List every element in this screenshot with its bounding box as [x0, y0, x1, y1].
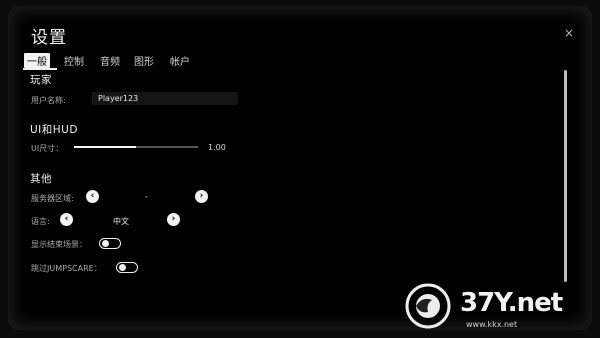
section-ui-hud: UI和HUD	[30, 124, 78, 136]
language-next-button[interactable]: ›	[167, 213, 180, 226]
ui-size-slider-fill	[74, 146, 136, 148]
skip-jumpscare-toggle[interactable]	[116, 262, 138, 273]
chevron-left-icon: ‹	[90, 191, 95, 201]
ui-size-value: 1.00	[208, 143, 226, 152]
tab-graphics[interactable]: 图形	[134, 53, 154, 68]
tab-audio[interactable]: 音频	[100, 53, 120, 68]
chevron-right-icon: ›	[171, 214, 176, 224]
ui-size-label: UI尺寸：	[31, 144, 64, 153]
chevron-right-icon: ›	[199, 191, 204, 201]
site-watermark: 37Y.net www.kkx.net	[396, 278, 592, 334]
server-prev-button[interactable]: ‹	[86, 190, 99, 203]
section-other: 其他	[30, 173, 52, 185]
language-value: 中文	[113, 217, 129, 226]
section-player: 玩家	[30, 74, 52, 86]
ui-size-slider[interactable]	[74, 146, 198, 148]
username-field[interactable]: Player123	[92, 92, 238, 105]
language-label: 语言:	[31, 217, 50, 226]
active-tab-indicator	[23, 68, 57, 70]
watermark-subtext: www.kkx.net	[466, 320, 518, 329]
close-icon[interactable]: ×	[563, 27, 575, 39]
show-end-scene-toggle[interactable]	[99, 238, 121, 249]
scrollbar[interactable]	[564, 70, 567, 282]
server-next-button[interactable]: ›	[195, 190, 208, 203]
watermark-logo-icon	[405, 283, 451, 329]
tab-general[interactable]: 一般	[24, 53, 50, 68]
language-prev-button[interactable]: ‹	[60, 213, 73, 226]
toggle-knob	[101, 240, 109, 247]
toggle-knob	[118, 264, 126, 271]
tab-account[interactable]: 帐户	[170, 53, 190, 68]
server-region-label: 服务器区域:	[31, 194, 74, 203]
watermark-text: 37Y.net	[460, 288, 563, 318]
server-region-value: -	[145, 192, 148, 201]
username-label: 用户名称:	[31, 96, 66, 105]
skip-jumpscare-label: 跳过JUMPSCARE：	[31, 264, 102, 273]
username-value: Player123	[98, 94, 139, 103]
page-title: 设置	[31, 28, 67, 48]
chevron-left-icon: ‹	[64, 214, 69, 224]
show-end-scene-label: 显示结束场景：	[31, 240, 87, 249]
tab-controls[interactable]: 控制	[64, 53, 84, 68]
